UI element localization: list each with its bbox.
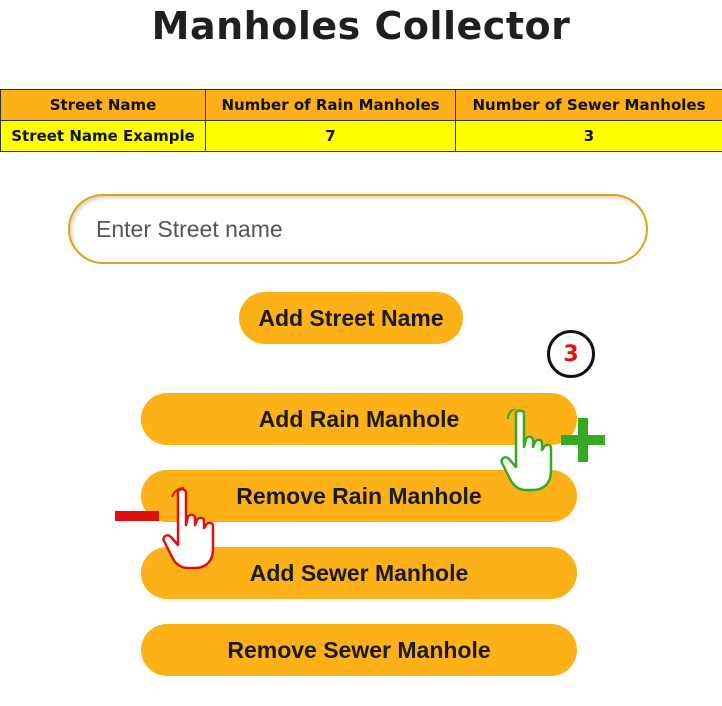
add-street-name-button[interactable]: Add Street Name — [239, 292, 463, 344]
remove-sewer-manhole-button[interactable]: Remove Sewer Manhole — [141, 624, 577, 676]
step-number-badge: 3 — [547, 330, 595, 378]
table-row[interactable]: Street Name Example 7 3 — [0, 120, 722, 152]
table-header-row: Street Name Number of Rain Manholes Numb… — [0, 89, 722, 121]
plus-icon — [561, 418, 605, 462]
pointing-hand-icon — [162, 487, 215, 570]
header-sewer-manholes: Number of Sewer Manholes — [455, 89, 722, 121]
header-rain-manholes: Number of Rain Manholes — [205, 89, 456, 121]
cell-sewer-count: 3 — [455, 120, 722, 152]
pointing-hand-icon — [500, 409, 553, 492]
page-title: Manholes Collector — [151, 4, 571, 48]
minus-icon — [115, 511, 159, 521]
header-street-name: Street Name — [0, 89, 206, 121]
street-name-input[interactable] — [68, 194, 648, 264]
manholes-table: Street Name Number of Rain Manholes Numb… — [0, 89, 722, 152]
cell-rain-count: 7 — [205, 120, 456, 152]
cell-street-name: Street Name Example — [0, 120, 206, 152]
